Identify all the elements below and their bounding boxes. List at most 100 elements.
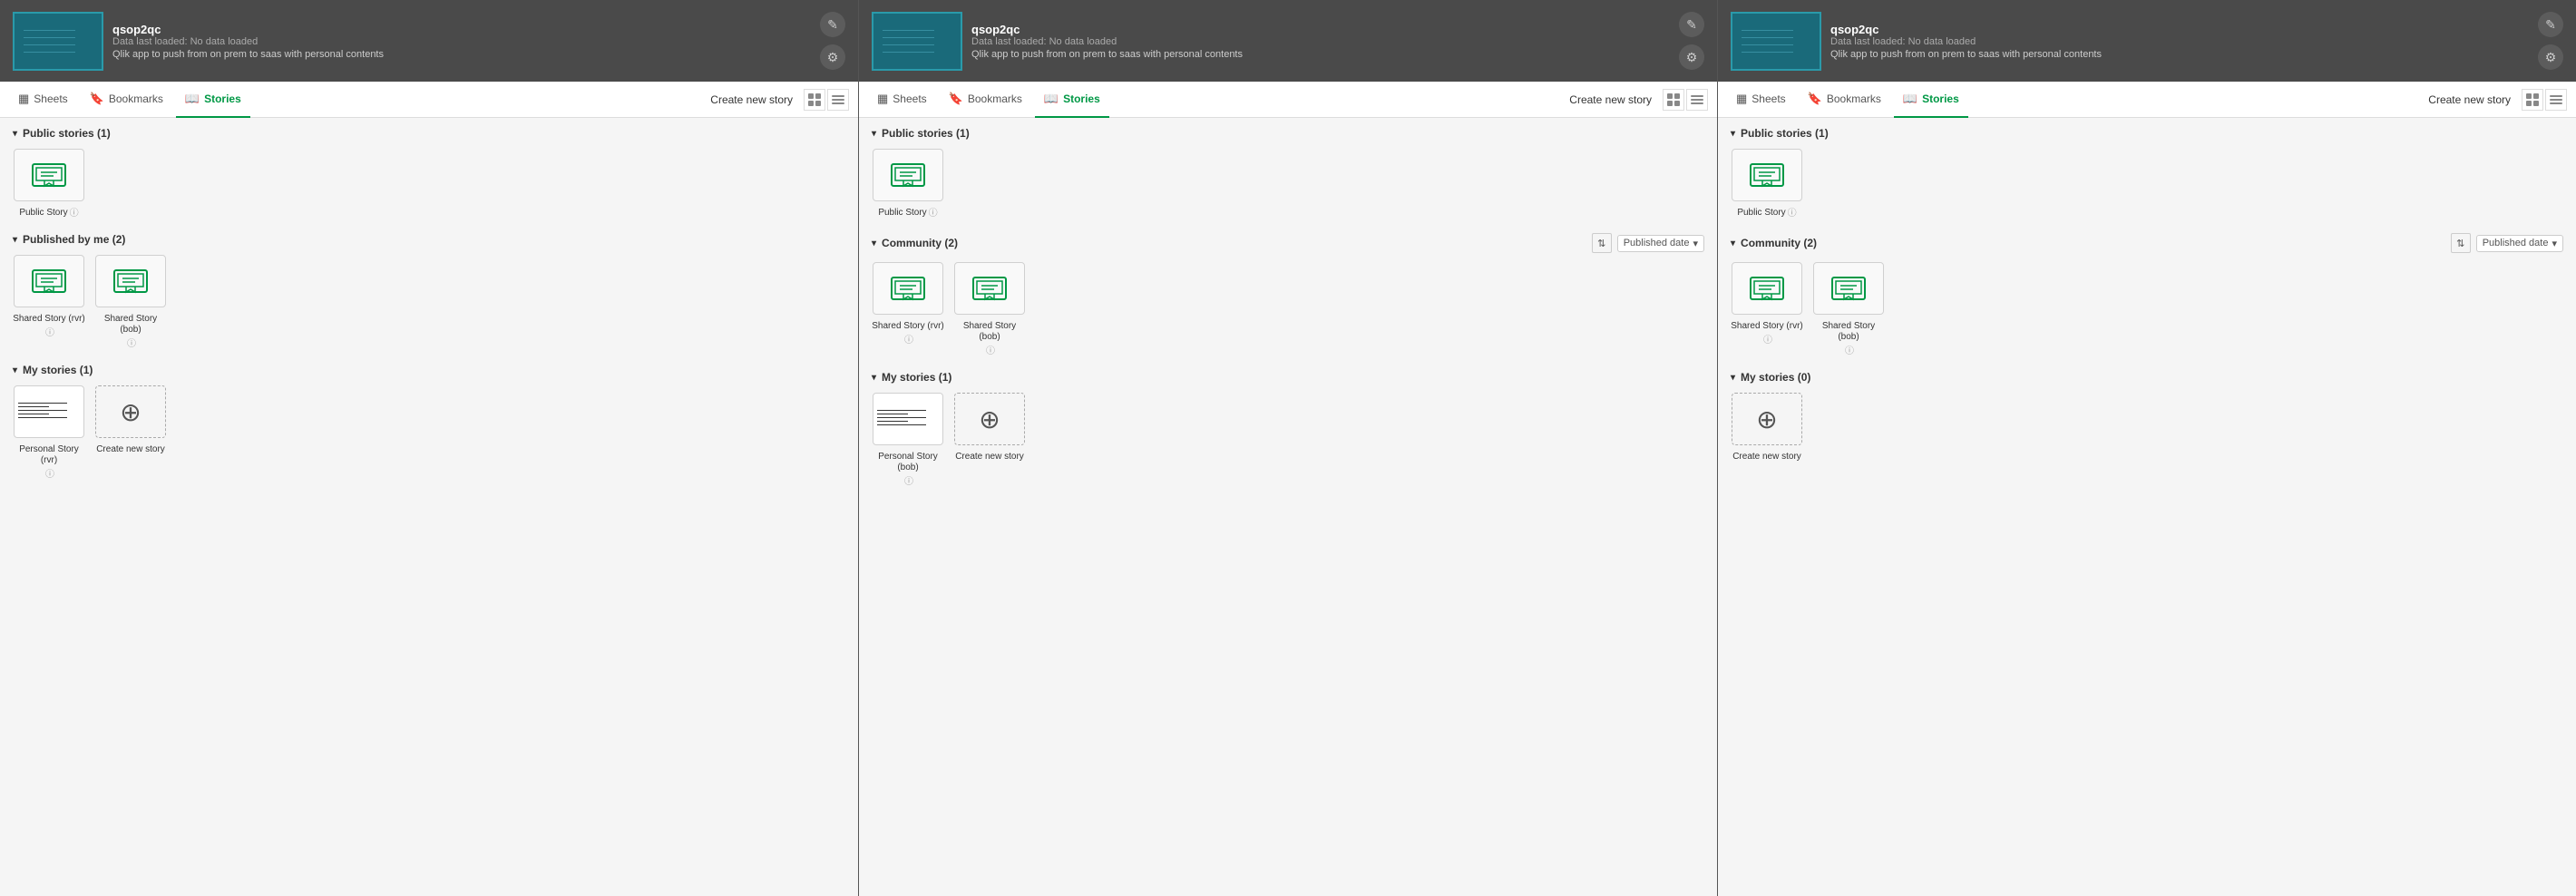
section-header[interactable]: ▾ Public stories (1): [872, 127, 1704, 140]
story-card[interactable]: Shared Story (rvr) ⓘ: [1731, 262, 1803, 356]
section-label: Public stories (1): [23, 127, 111, 140]
edit-button[interactable]: ✎: [2538, 12, 2563, 37]
settings-button[interactable]: ⚙: [2538, 44, 2563, 70]
tab-bookmarks[interactable]: 🔖 Bookmarks: [81, 82, 172, 118]
card-thumbnail: [1732, 149, 1802, 201]
story-icon: [113, 267, 148, 296]
story-icon: [1831, 274, 1866, 303]
story-card[interactable]: Shared Story (rvr) ⓘ: [13, 255, 85, 349]
header-actions: ✎ ⚙: [2538, 12, 2563, 70]
card-label: Create new story: [955, 452, 1024, 463]
info-icon[interactable]: ⓘ: [904, 332, 913, 346]
create-story-button[interactable]: Create new story: [710, 93, 793, 106]
grid-view-button[interactable]: [804, 89, 825, 111]
panel-tabs: ▦ Sheets 🔖 Bookmarks 📖 Stories Create ne…: [1718, 82, 2576, 118]
card-label-row: Personal Story (rvr) ⓘ: [13, 441, 85, 480]
card-label-row: Shared Story (rvr) ⓘ: [1731, 317, 1803, 346]
cards-grid: Personal Story (rvr) ⓘ ⊕ Create new stor…: [13, 385, 845, 480]
create-story-button[interactable]: Create new story: [2428, 93, 2511, 106]
card-label: Public Story: [19, 208, 67, 219]
info-icon[interactable]: ⓘ: [1763, 332, 1772, 346]
story-card[interactable]: Public Story ⓘ: [13, 149, 85, 219]
sort-dropdown[interactable]: Published date ▾: [1617, 235, 1704, 252]
tab-stories[interactable]: 📖 Stories: [176, 82, 250, 118]
tab-stories[interactable]: 📖 Stories: [1894, 82, 1968, 118]
story-card[interactable]: Public Story ⓘ: [1731, 149, 1803, 219]
story-card[interactable]: Shared Story (bob) ⓘ: [94, 255, 167, 349]
story-card[interactable]: ⊕ Create new story: [1731, 393, 1803, 463]
panel-header: qsop2qc Data last loaded: No data loaded…: [0, 0, 858, 82]
card-label: Create new story: [1732, 452, 1801, 463]
sort-icon-btn[interactable]: ⇅: [2451, 233, 2471, 253]
section-header[interactable]: ▾ Community (2) ⇅ Published date ▾: [1731, 233, 2563, 253]
create-story-button[interactable]: Create new story: [1569, 93, 1652, 106]
card-thumbnail: ⊕: [954, 393, 1025, 445]
story-card[interactable]: Personal Story (rvr) ⓘ: [13, 385, 85, 480]
list-view-button[interactable]: [1686, 89, 1708, 111]
bookmarks-tab-icon: 🔖: [90, 92, 104, 106]
edit-button[interactable]: ✎: [820, 12, 845, 37]
section-label: Public stories (1): [882, 127, 970, 140]
cards-grid: Public Story ⓘ: [872, 149, 1704, 219]
sort-dropdown[interactable]: Published date ▾: [2476, 235, 2563, 252]
section-label: My stories (1): [23, 364, 93, 376]
settings-button[interactable]: ⚙: [1679, 44, 1704, 70]
tab-bookmarks[interactable]: 🔖 Bookmarks: [1799, 82, 1890, 118]
info-icon[interactable]: ⓘ: [929, 205, 938, 219]
card-label-row: Shared Story (bob) ⓘ: [1812, 317, 1885, 356]
story-card[interactable]: Shared Story (bob) ⓘ: [953, 262, 1026, 356]
stories-tab-icon: 📖: [1044, 92, 1059, 106]
section-header[interactable]: ▾ My stories (1): [872, 371, 1704, 384]
panel-panel-2: qsop2qc Data last loaded: No data loaded…: [859, 0, 1718, 896]
list-view-button[interactable]: [2545, 89, 2567, 111]
info-icon[interactable]: ⓘ: [45, 325, 54, 338]
story-card[interactable]: Public Story ⓘ: [872, 149, 944, 219]
grid-view-button[interactable]: [1663, 89, 1684, 111]
stories-tab-label: Stories: [204, 93, 241, 105]
tab-sheets[interactable]: ▦ Sheets: [868, 82, 936, 118]
stories-tab-icon: 📖: [185, 92, 200, 106]
section-header[interactable]: ▾ Public stories (1): [13, 127, 845, 140]
info-icon[interactable]: ⓘ: [986, 343, 995, 356]
list-view-button[interactable]: [827, 89, 849, 111]
story-card[interactable]: Shared Story (bob) ⓘ: [1812, 262, 1885, 356]
tab-stories[interactable]: 📖 Stories: [1035, 82, 1109, 118]
chevron-icon: ▾: [872, 129, 876, 139]
info-icon[interactable]: ⓘ: [127, 336, 136, 349]
tab-sheets[interactable]: ▦ Sheets: [9, 82, 77, 118]
story-icon: [32, 161, 66, 190]
card-label-row: Shared Story (rvr) ⓘ: [872, 317, 944, 346]
section-header[interactable]: ▾ My stories (0): [1731, 371, 2563, 384]
story-card[interactable]: Shared Story (rvr) ⓘ: [872, 262, 944, 356]
story-card[interactable]: Personal Story (bob) ⓘ: [872, 393, 944, 487]
settings-button[interactable]: ⚙: [820, 44, 845, 70]
cards-grid: ⊕ Create new story: [1731, 393, 2563, 463]
info-icon[interactable]: ⓘ: [1788, 205, 1797, 219]
info-icon[interactable]: ⓘ: [1845, 343, 1854, 356]
tab-bookmarks[interactable]: 🔖 Bookmarks: [940, 82, 1031, 118]
panel-tabs: ▦ Sheets 🔖 Bookmarks 📖 Stories Create ne…: [859, 82, 1717, 118]
info-icon[interactable]: ⓘ: [904, 473, 913, 487]
sheets-tab-label: Sheets: [34, 93, 67, 105]
sort-icon-btn[interactable]: ⇅: [1592, 233, 1612, 253]
info-icon[interactable]: ⓘ: [45, 466, 54, 480]
chevron-icon: ▾: [1731, 129, 1735, 139]
card-label-row: Personal Story (bob) ⓘ: [872, 448, 944, 487]
section-header[interactable]: ▾ Community (2) ⇅ Published date ▾: [872, 233, 1704, 253]
cards-grid: Shared Story (rvr) ⓘ Shared Story (bob) …: [872, 262, 1704, 356]
section-header[interactable]: ▾ Published by me (2): [13, 233, 845, 246]
grid-view-button[interactable]: [2522, 89, 2543, 111]
section-header[interactable]: ▾ Public stories (1): [1731, 127, 2563, 140]
panel-content: ▾ Public stories (1) Public Story ⓘ ▾ Co…: [859, 118, 1717, 896]
sheets-tab-label: Sheets: [1751, 93, 1785, 105]
edit-button[interactable]: ✎: [1679, 12, 1704, 37]
story-card[interactable]: ⊕ Create new story: [953, 393, 1026, 487]
bookmarks-tab-label: Bookmarks: [1827, 93, 1881, 105]
story-card[interactable]: ⊕ Create new story: [94, 385, 167, 480]
info-icon[interactable]: ⓘ: [70, 205, 79, 219]
plus-icon: ⊕: [120, 397, 141, 427]
story-icon: [891, 274, 925, 303]
card-label: Public Story: [1737, 208, 1785, 219]
section-header[interactable]: ▾ My stories (1): [13, 364, 845, 376]
tab-sheets[interactable]: ▦ Sheets: [1727, 82, 1795, 118]
